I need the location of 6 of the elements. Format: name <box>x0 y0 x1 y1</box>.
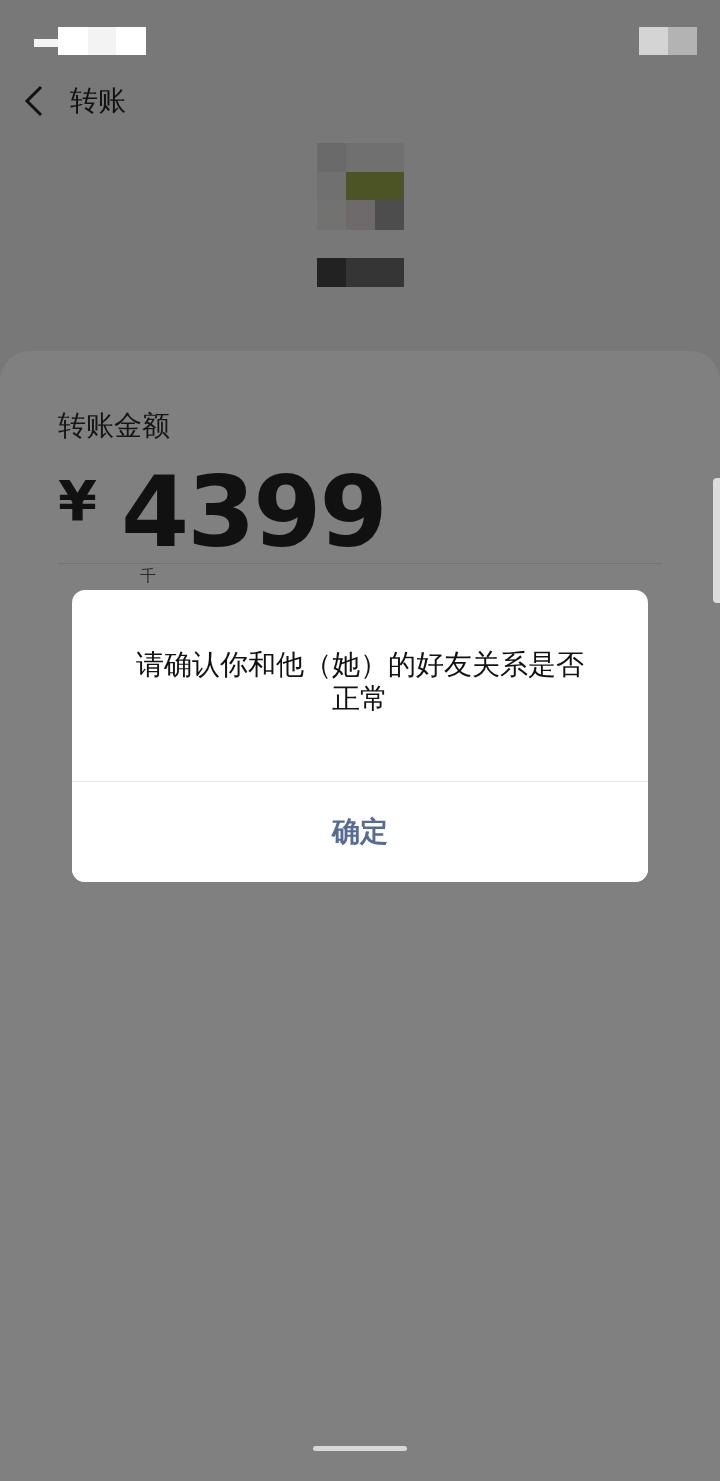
unit-hint: 千 <box>140 567 156 585</box>
amount-label: 转账金额 <box>58 408 171 444</box>
amount-input[interactable]: 4399 <box>120 463 386 561</box>
back-icon[interactable] <box>24 85 44 117</box>
page-title: 转账 <box>70 83 126 119</box>
currency-symbol: ¥ <box>58 473 97 529</box>
